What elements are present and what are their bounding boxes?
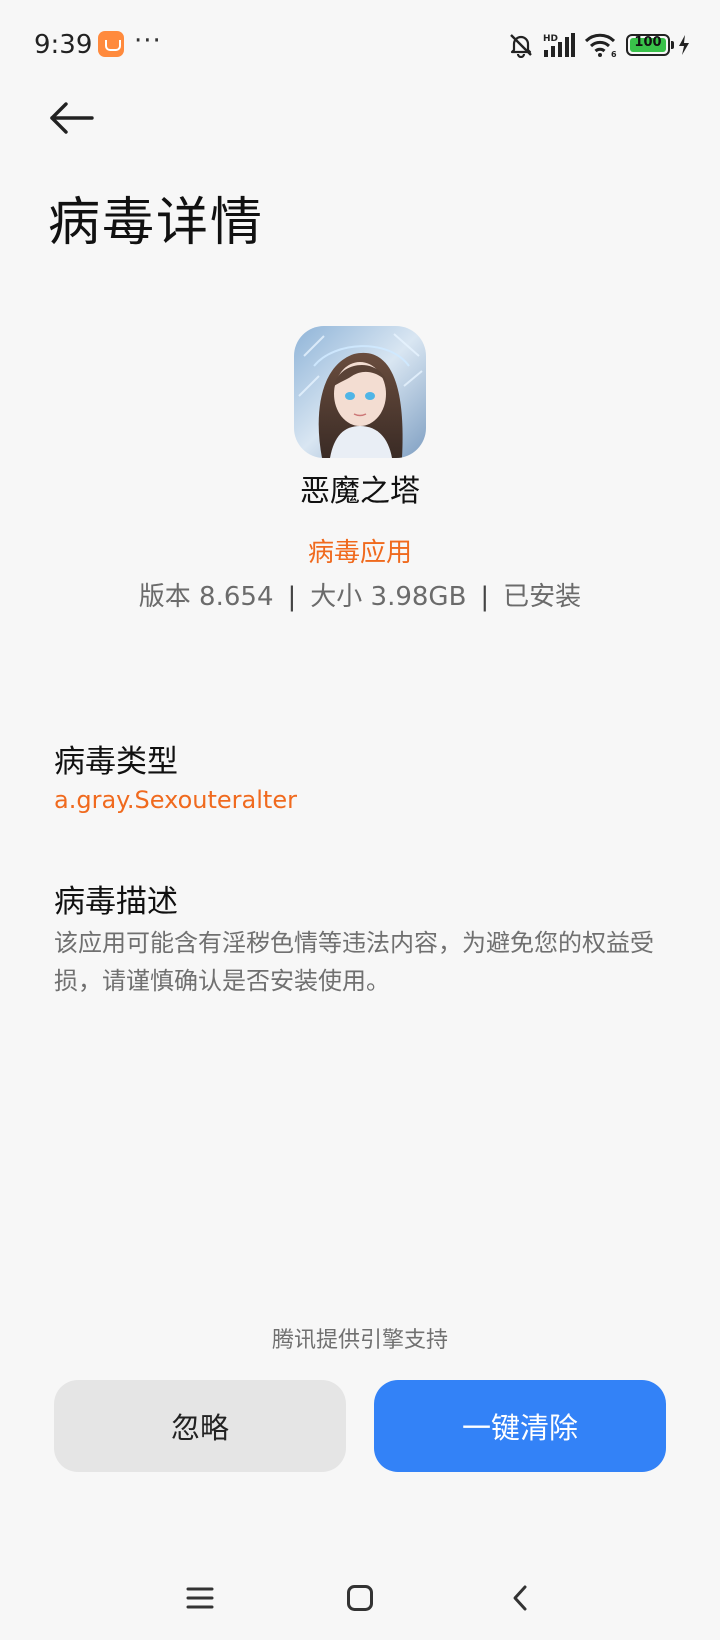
status-icons: HD 6 100 — [508, 30, 690, 60]
signal-hd-label: HD — [543, 34, 558, 44]
wifi-6-label: 6 — [611, 50, 617, 58]
menu-icon — [186, 1587, 214, 1609]
charging-icon — [679, 35, 689, 55]
engine-note: 腾讯提供引擎支持 — [271, 1328, 448, 1353]
meta-divider: | — [287, 582, 297, 612]
back-button[interactable] — [48, 96, 100, 140]
back-icon — [513, 1585, 527, 1611]
page-title: 病毒详情 — [48, 193, 265, 253]
ignore-button[interactable]: 忽略 — [54, 1380, 346, 1472]
home-icon — [347, 1585, 373, 1611]
mute-bell-icon — [510, 34, 532, 58]
one-click-clean-button[interactable]: 一键清除 — [374, 1380, 666, 1472]
virus-type-value: a.gray.Sexouteralter — [54, 786, 297, 814]
meta-divider: | — [480, 582, 490, 612]
virus-desc-label: 病毒描述 — [54, 884, 178, 920]
battery-icon: 100 — [626, 34, 674, 56]
more-notifications-icon: ··· — [134, 26, 162, 56]
back-arrow-icon — [50, 102, 94, 134]
nav-back-button[interactable] — [490, 1570, 550, 1626]
app-threat-status: 病毒应用 — [307, 538, 412, 568]
app-version: 版本 8.654 — [138, 582, 274, 612]
app-icon — [294, 326, 426, 458]
wifi-icon: 6 — [584, 33, 617, 58]
app-install-state: 已安装 — [503, 582, 582, 612]
app-artwork — [294, 326, 426, 458]
signal-icon: HD — [543, 33, 575, 57]
app-name: 恶魔之塔 — [300, 474, 420, 509]
menu-button[interactable] — [170, 1570, 230, 1626]
status-bar: 9:39 ··· HD 6 100 — [0, 0, 720, 90]
virus-type-label: 病毒类型 — [54, 744, 178, 780]
virus-desc-text: 该应用可能含有淫秽色情等违法内容，为避免您的权益受损，请谨慎确认是否安装使用。 — [54, 929, 654, 995]
battery-percent: 100 — [634, 35, 662, 50]
status-time: 9:39 — [34, 30, 93, 60]
notification-app-icon — [98, 31, 124, 57]
system-nav-bar — [0, 1570, 720, 1626]
app-meta: 版本 8.654 | 大小 3.98GB | 已安装 — [0, 576, 720, 613]
app-size: 大小 3.98GB — [310, 582, 467, 612]
home-button[interactable] — [330, 1570, 390, 1626]
virus-detail-screen: 9:39 ··· HD 6 100 病毒详情 恶魔之塔 病毒应用 版本 8.65… — [0, 0, 720, 1640]
